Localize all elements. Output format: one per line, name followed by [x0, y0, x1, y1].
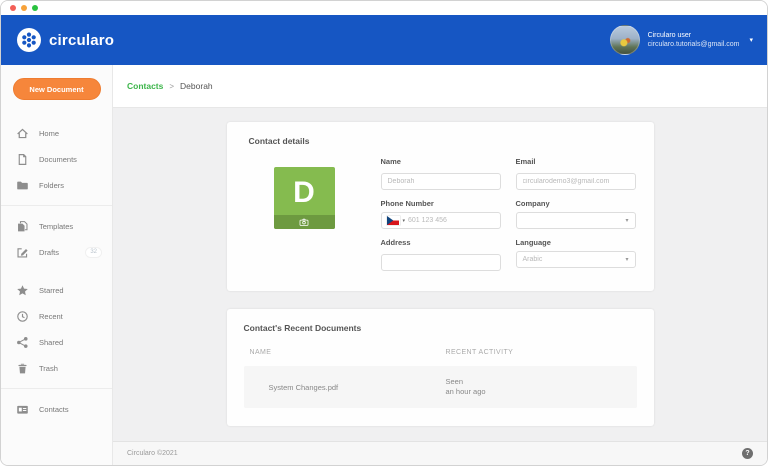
phone-field: ▾ [381, 212, 501, 229]
sidebar-item-label: Trash [39, 364, 58, 373]
sidebar-item-label: Folders [39, 181, 64, 190]
app-header: circularo Circularo user circularo.tutor… [1, 15, 767, 65]
trash-icon [16, 362, 29, 375]
phone-label: Phone Number [381, 199, 501, 208]
user-name: Circularo user [648, 31, 740, 40]
chevron-down-icon: ▾ [625, 256, 628, 263]
document-icon [16, 153, 29, 166]
sidebar-item-trash[interactable]: Trash [1, 355, 112, 381]
table-header: NAME RECENT ACTIVITY [244, 349, 637, 356]
home-icon [16, 127, 29, 140]
brand-name: circularo [49, 32, 114, 49]
sidebar-spacer [1, 265, 112, 277]
breadcrumb-current: Deborah [180, 81, 213, 91]
avatar-initial: D [293, 176, 315, 210]
drafts-count-badge: 32 [85, 247, 102, 258]
name-input[interactable] [381, 173, 501, 190]
sidebar-item-templates[interactable]: Templates [1, 213, 112, 239]
sidebar-item-label: Documents [39, 155, 77, 164]
contact-avatar[interactable]: D [274, 167, 335, 229]
new-document-button[interactable]: New Document [13, 78, 101, 100]
sidebar-item-drafts[interactable]: Drafts 32 [1, 239, 112, 265]
language-value: Arabic [523, 256, 626, 263]
sidebar-item-label: Contacts [39, 405, 69, 414]
sidebar-item-shared[interactable]: Shared [1, 329, 112, 355]
sidebar-item-documents[interactable]: Documents [1, 146, 112, 172]
breadcrumb-contacts-link[interactable]: Contacts [127, 81, 163, 91]
activity-time: an hour ago [446, 387, 486, 396]
sidebar-item-label: Home [39, 129, 59, 138]
clock-icon [16, 310, 29, 323]
column-header-name: NAME [244, 349, 446, 356]
sidebar-item-recent[interactable]: Recent [1, 303, 112, 329]
user-avatar [610, 25, 640, 55]
sidebar-item-label: Drafts [39, 248, 59, 257]
company-select[interactable]: ▾ [516, 212, 636, 229]
language-label: Language [516, 238, 636, 247]
app-window: circularo Circularo user circularo.tutor… [0, 0, 768, 466]
column-header-recent-activity: RECENT ACTIVITY [446, 349, 514, 356]
sidebar-item-label: Starred [39, 286, 64, 295]
sidebar-item-folders[interactable]: Folders [1, 172, 112, 198]
card-title: Contact details [249, 136, 636, 146]
name-label: Name [381, 157, 501, 166]
folder-icon [16, 179, 29, 192]
contact-details-card: Contact details D Na [227, 122, 654, 291]
document-activity: Seen an hour ago [446, 369, 486, 405]
breadcrumb: Contacts > Deborah [113, 65, 767, 108]
email-input[interactable] [516, 173, 636, 190]
window-titlebar [1, 1, 767, 15]
document-name: System Changes.pdf [244, 383, 446, 392]
star-icon [16, 284, 29, 297]
phone-input[interactable] [408, 217, 494, 224]
footer: Circularo ©2021 ? [113, 441, 767, 465]
content-area: Contact details D Na [113, 108, 767, 441]
drafts-icon [16, 246, 29, 259]
country-caret-icon[interactable]: ▾ [403, 218, 406, 224]
address-label: Address [381, 238, 501, 247]
camera-icon [299, 218, 309, 226]
address-input[interactable] [381, 254, 501, 271]
sidebar-item-starred[interactable]: Starred [1, 277, 112, 303]
sidebar: New Document Home Documents [1, 65, 113, 465]
contacts-icon [16, 403, 29, 416]
sidebar-item-label: Shared [39, 338, 63, 347]
breadcrumb-separator: > [169, 82, 174, 91]
share-icon [16, 336, 29, 349]
language-select[interactable]: Arabic ▾ [516, 251, 636, 268]
sidebar-item-label: Recent [39, 312, 63, 321]
chevron-down-icon: ▾ [749, 36, 753, 44]
table-row[interactable]: System Changes.pdf Seen an hour ago [244, 366, 637, 408]
window-minimize-button[interactable] [21, 5, 27, 11]
czech-flag-icon[interactable] [387, 216, 400, 225]
activity-status: Seen [446, 377, 464, 386]
help-button[interactable]: ? [742, 448, 753, 459]
user-email: circularo.tutorials@gmail.com [648, 40, 740, 49]
circularo-logo-icon [17, 28, 41, 52]
avatar-photo-strip[interactable] [274, 215, 335, 229]
sidebar-item-home[interactable]: Home [1, 120, 112, 146]
sidebar-divider [1, 388, 112, 389]
chevron-down-icon: ▾ [625, 217, 628, 224]
templates-icon [16, 220, 29, 233]
copyright-text: Circularo ©2021 [127, 450, 178, 457]
card-title: Contact's Recent Documents [244, 323, 637, 333]
sidebar-divider [1, 205, 112, 206]
recent-documents-card: Contact's Recent Documents NAME RECENT A… [227, 309, 654, 426]
user-menu[interactable]: Circularo user circularo.tutorials@gmail… [610, 25, 753, 55]
email-label: Email [516, 157, 636, 166]
sidebar-item-label: Templates [39, 222, 73, 231]
company-label: Company [516, 199, 636, 208]
sidebar-item-contacts[interactable]: Contacts [1, 396, 112, 422]
window-close-button[interactable] [10, 5, 16, 11]
window-zoom-button[interactable] [32, 5, 38, 11]
